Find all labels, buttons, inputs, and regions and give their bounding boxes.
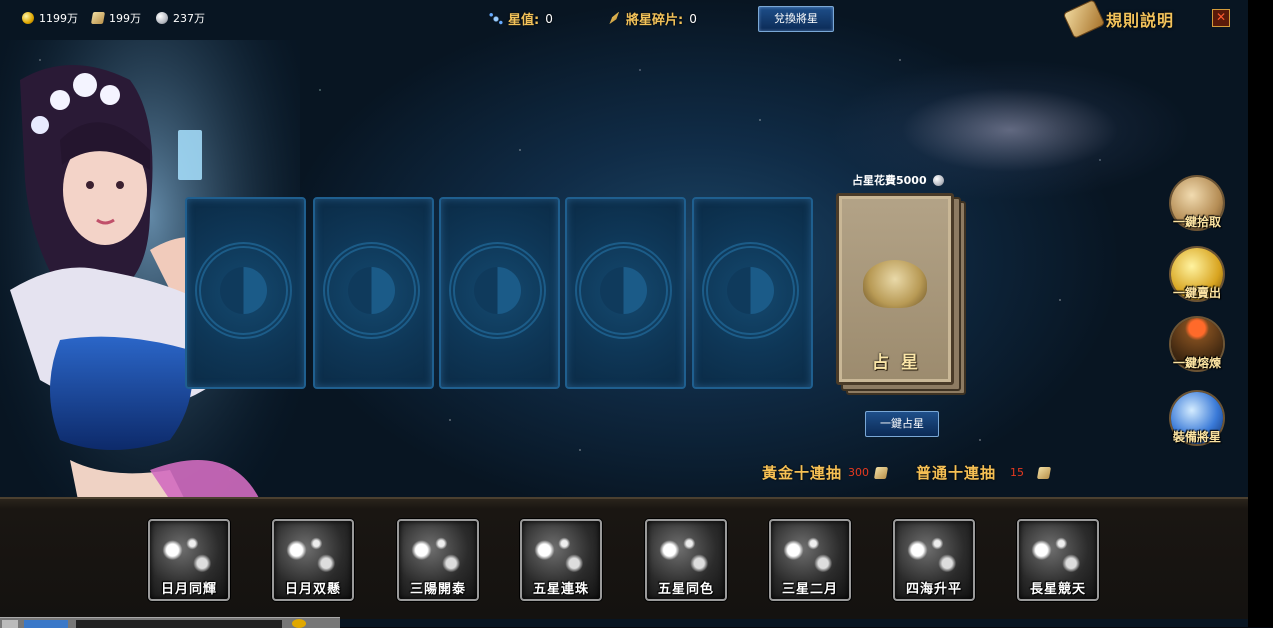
scroll-currency-icon — [1036, 466, 1052, 479]
gold-ten-draw[interactable]: 黃金十連抽 300 — [762, 462, 889, 483]
constellation-name: 四海升平 — [905, 582, 962, 597]
yin-yang-icon — [727, 267, 774, 314]
constellation-name: 日月同輝 — [160, 582, 217, 597]
star-value-amount: 0 — [545, 11, 553, 26]
divination-cost-label: 占星花費5000 — [852, 174, 927, 187]
silver-coin-icon — [156, 12, 168, 24]
gold-resource: 1199万 — [22, 10, 78, 26]
equip-star-button[interactable]: 裝備將星 — [1167, 392, 1227, 452]
yin-yang-icon — [600, 267, 647, 314]
constellation-slot[interactable]: 日月双懸 — [272, 519, 354, 601]
star-card-slot[interactable] — [692, 197, 813, 389]
constellation-name: 三陽開泰 — [409, 582, 466, 597]
silver-coin-icon — [932, 174, 944, 186]
scroll-currency-icon — [873, 466, 889, 479]
divination-cost: 占星花費5000 — [852, 172, 944, 188]
normal-ten-draw-label: 普通十連抽 — [916, 464, 997, 482]
one-click-sell-label: 一鍵賣出 — [1172, 286, 1221, 300]
rules-button[interactable]: 規則説明 — [1064, 0, 1175, 38]
gold-coin-icon — [22, 12, 34, 24]
deck-front-card: 占星 — [836, 193, 954, 385]
constellation-slot[interactable]: 三星二月 — [769, 519, 851, 601]
golden-lock-icon — [863, 260, 927, 308]
equip-star-label: 裝備將星 — [1172, 430, 1221, 444]
gold-ten-draw-label: 黃金十連抽 — [762, 464, 843, 482]
one-click-smelt-label: 一鍵熔煉 — [1172, 356, 1221, 370]
star-card-slot[interactable] — [185, 197, 306, 389]
top-bar: 1199万 199万 237万 星值: 0 將星碎片: 0 兌換將星 規則説明 … — [0, 0, 1248, 40]
constellation-slot[interactable]: 日月同輝 — [148, 519, 230, 601]
constellation-slot[interactable]: 四海升平 — [893, 519, 975, 601]
star-card-slot[interactable] — [439, 197, 560, 389]
one-click-sell-button[interactable]: 一鍵賣出 — [1167, 248, 1227, 308]
star-fragment: 將星碎片: 0 — [608, 9, 697, 28]
deck-title: 占星 — [872, 353, 930, 373]
divination-deck[interactable]: 占星 — [836, 193, 966, 395]
scroll-resource: 199万 — [90, 10, 141, 26]
constellation-slot[interactable]: 長星競天 — [1017, 519, 1099, 601]
game-stage: 占星花費5000 占星 一鍵占星 一鍵拾取 一鍵賣出 一鍵熔煉 裝備將星 黃金十… — [0, 0, 1248, 627]
window-edge — [1248, 0, 1273, 627]
scroll-amount: 199万 — [109, 12, 141, 25]
star-cluster-icon — [488, 11, 504, 26]
star-card-slot[interactable] — [565, 197, 686, 389]
constellation-name: 五星同色 — [657, 582, 714, 597]
chat-bar — [0, 617, 340, 628]
scroll-icon — [90, 12, 106, 24]
gold-amount: 1199万 — [39, 12, 78, 25]
star-fragment-label: 將星碎片: — [626, 13, 684, 28]
normal-ten-draw[interactable]: 普通十連抽 15 — [916, 462, 1052, 483]
constellation-name: 三星二月 — [781, 582, 838, 597]
close-button[interactable]: ✕ — [1212, 9, 1230, 27]
one-click-smelt-button[interactable]: 一鍵熔煉 — [1167, 318, 1227, 378]
silver-resource: 237万 — [156, 10, 205, 26]
constellation-name: 長星競天 — [1029, 582, 1086, 597]
rules-label: 規則説明 — [1106, 11, 1175, 30]
one-click-divine-button[interactable]: 一鍵占星 — [865, 411, 939, 437]
star-card-slot[interactable] — [313, 197, 434, 389]
one-click-pickup-button[interactable]: 一鍵拾取 — [1167, 177, 1227, 237]
yin-yang-icon — [220, 267, 267, 314]
yin-yang-icon — [348, 267, 395, 314]
normal-ten-draw-cost: 15 — [1010, 466, 1025, 479]
one-click-pickup-label: 一鍵拾取 — [1172, 215, 1221, 229]
constellation-name: 日月双懸 — [284, 582, 341, 597]
yin-yang-icon — [474, 267, 521, 314]
silver-amount: 237万 — [173, 12, 205, 25]
star-value: 星值: 0 — [488, 9, 553, 28]
feather-icon — [609, 11, 620, 25]
star-fragment-amount: 0 — [689, 11, 697, 26]
constellation-name: 五星連珠 — [532, 582, 589, 597]
constellation-slot[interactable]: 三陽開泰 — [397, 519, 479, 601]
constellation-slot[interactable]: 五星連珠 — [520, 519, 602, 601]
exchange-star-button[interactable]: 兌換將星 — [758, 6, 834, 32]
star-value-label: 星值: — [508, 13, 540, 28]
gold-ten-draw-cost: 300 — [848, 466, 870, 479]
scroll-rules-icon — [1064, 0, 1104, 38]
constellation-slot[interactable]: 五星同色 — [645, 519, 727, 601]
